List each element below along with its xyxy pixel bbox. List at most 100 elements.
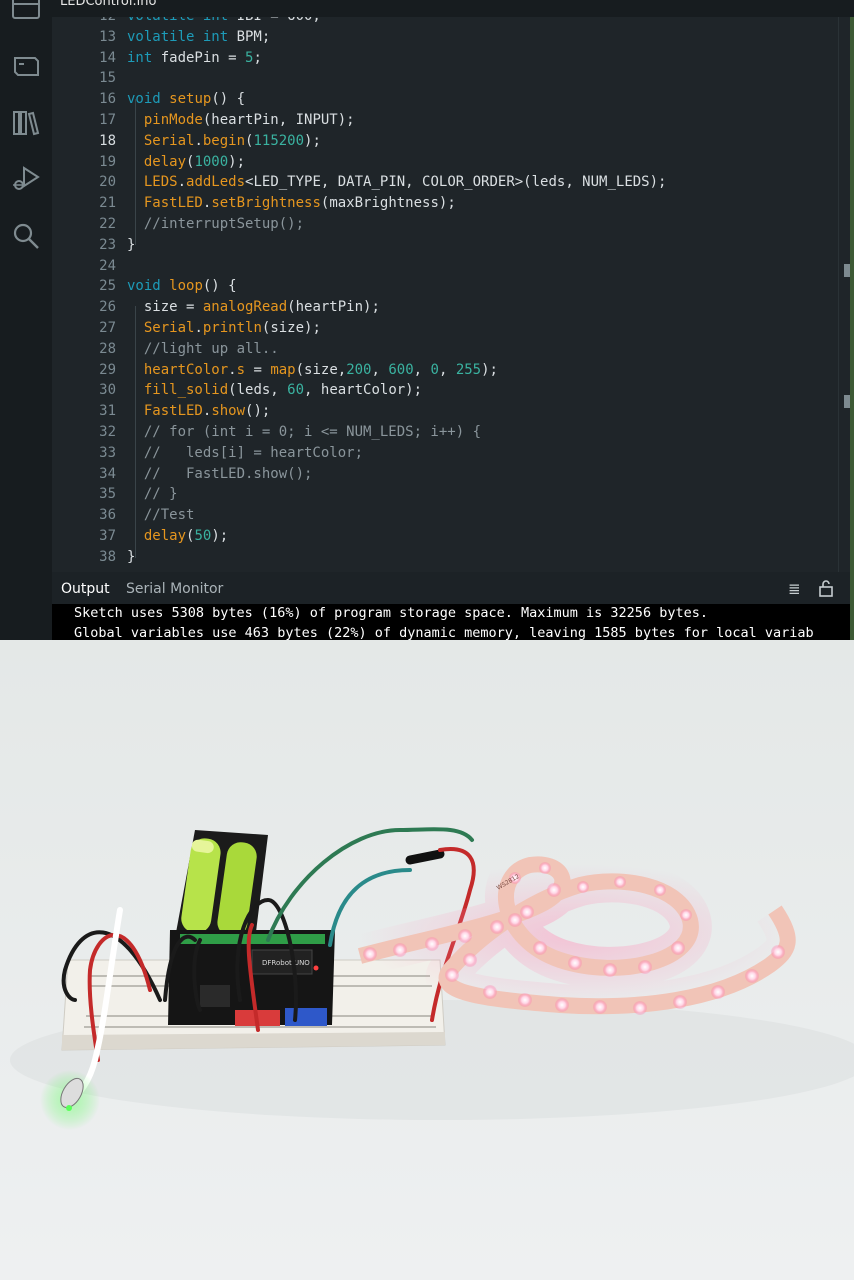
line-number: 24 [99, 257, 116, 274]
bottom-panel-header: Output Serial Monitor ≣ [52, 572, 850, 604]
code-token: s [236, 361, 246, 378]
code-token: int [203, 17, 237, 24]
code-line[interactable]: volatile int IBI = 600; [127, 17, 321, 27]
sketchbook-icon[interactable] [10, 0, 42, 24]
code-token: Serial [143, 320, 195, 336]
code-line[interactable]: } [127, 547, 135, 568]
tab-serial-monitor[interactable]: Serial Monitor [126, 581, 223, 597]
code-token: 0 [430, 361, 439, 378]
code-token: delay [143, 153, 187, 170]
code-line[interactable]: // FastLED.show(); [127, 464, 313, 485]
code-token: int [202, 28, 237, 45]
debug-icon[interactable] [10, 163, 42, 195]
line-number: 36 [99, 507, 116, 524]
code-line[interactable]: delay(1000); [127, 152, 245, 173]
code-token: 1000 [194, 153, 229, 170]
code-line[interactable]: size = analogRead(heartPin); [127, 297, 380, 318]
code-line[interactable]: // for (int i = 0; i <= NUM_LEDS; i++) { [127, 422, 481, 443]
hardware-photo: DFRobot UNO WS2812 [0, 640, 854, 1280]
output-console: Sketch uses 5308 bytes (16%) of program … [52, 604, 850, 640]
background-edge [850, 17, 854, 640]
code-token: = [245, 361, 271, 378]
board-manager-icon[interactable] [10, 50, 42, 82]
editor-tab-bar: LEDControl.ino ··· [52, 0, 854, 17]
scroll-lock-icon[interactable] [818, 579, 834, 597]
code-line[interactable]: Serial.begin(115200); [127, 131, 321, 152]
code-line[interactable]: // leds[i] = heartColor; [127, 443, 363, 464]
code-token: loop [169, 278, 203, 295]
code-token: begin [202, 132, 246, 149]
code-line[interactable]: } [127, 235, 135, 256]
line-number: 34 [99, 465, 116, 482]
code-token: (size, [295, 361, 347, 378]
line-number: 17 [99, 112, 116, 128]
code-token: // leds[i] = heartColor; [143, 444, 364, 461]
code-token: fadePin = [160, 49, 246, 66]
code-line[interactable]: FastLED.setBrightness(maxBrightness); [127, 193, 456, 214]
code-line[interactable]: int fadePin = 5; [127, 48, 262, 69]
code-token: pinMode [143, 112, 203, 128]
tab-output[interactable]: Output [61, 581, 110, 597]
code-area[interactable]: volatile int IBI = 600;volatile int BPM;… [127, 17, 827, 572]
code-token: . [194, 320, 203, 336]
code-token: IBI = 600; [237, 17, 321, 24]
more-options-icon[interactable]: ··· [816, 0, 832, 7]
code-line[interactable]: LEDS.addLeds<LED_TYPE, DATA_PIN, COLOR_O… [127, 172, 667, 193]
line-number: 25 [99, 278, 116, 295]
search-icon[interactable] [10, 220, 42, 252]
line-number: 30 [99, 382, 116, 399]
code-token: <LED_TYPE, DATA_PIN, COLOR_ORDER>(leds, … [245, 174, 667, 191]
code-token: BPM; [236, 28, 271, 45]
code-token: show [211, 403, 246, 420]
line-number: 16 [99, 91, 116, 108]
code-line[interactable]: pinMode(heartPin, INPUT); [127, 110, 355, 131]
tab-file-name[interactable]: LEDControl.ino [60, 0, 156, 9]
code-token: } [127, 236, 136, 253]
code-line[interactable]: void loop() { [127, 276, 237, 297]
code-line[interactable]: //light up all.. [127, 339, 279, 360]
code-token: int [127, 49, 161, 66]
code-line[interactable]: void setup() { [127, 89, 245, 110]
code-line[interactable]: Serial.println(size); [127, 318, 321, 339]
line-number: 23 [99, 236, 116, 253]
code-line[interactable]: // } [127, 484, 178, 505]
line-number: 37 [99, 528, 116, 544]
code-token: 60 [287, 382, 305, 399]
clear-output-icon[interactable]: ≣ [788, 580, 801, 598]
code-token: setup [169, 91, 212, 108]
code-line[interactable]: FastLED.show(); [127, 401, 270, 422]
code-line[interactable]: //interruptSetup(); [127, 214, 304, 235]
code-token: () { [211, 91, 246, 108]
code-line[interactable]: //Test [127, 505, 195, 526]
code-token: FastLED [143, 403, 203, 420]
line-number-gutter: 1213 14 15 16 17 18 19 20 21 22 23 24 25 26 27 28 29 30 31… [52, 17, 116, 572]
code-line[interactable]: fill_solid(leds, 60, heartColor); [127, 380, 422, 401]
code-token: , [371, 361, 389, 378]
line-number: 15 [99, 70, 116, 87]
board-label: DFRobot UNO [262, 959, 310, 967]
line-number: 31 [99, 403, 116, 420]
code-token: LEDS [143, 174, 178, 191]
code-token: //light up all.. [143, 340, 279, 357]
line-number: 21 [99, 195, 116, 212]
code-editor[interactable]: 1213 14 15 16 17 18 19 20 21 22 23 24 25 26 27 28 29 30 31… [52, 17, 838, 572]
code-token: Serial [143, 132, 195, 149]
library-manager-icon[interactable] [10, 107, 42, 139]
code-token: FastLED [143, 195, 203, 212]
code-token: 115200 [253, 132, 305, 149]
code-token: . [194, 132, 203, 149]
line-number: 19 [99, 153, 116, 170]
code-line[interactable]: volatile int BPM; [127, 27, 270, 48]
code-line[interactable]: heartColor.s = map(size,200, 600, 0, 255… [127, 360, 498, 381]
line-number: 33 [99, 444, 116, 461]
code-line[interactable]: delay(50); [127, 526, 228, 547]
line-number: 32 [99, 424, 116, 440]
